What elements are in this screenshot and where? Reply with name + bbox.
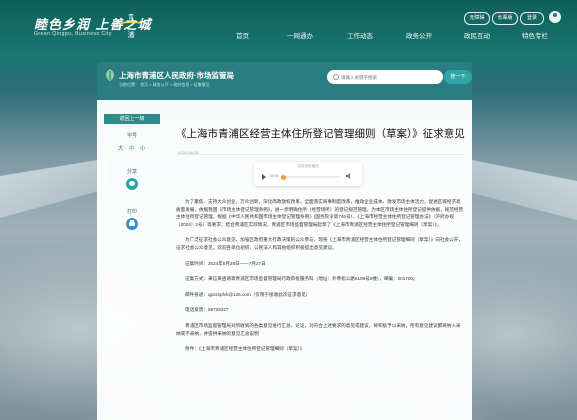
article-tools-sidebar: 返回上一级 字号 大 中 小 分享 打印 (104, 114, 160, 244)
accessibility-button[interactable]: 无障碍 (464, 12, 490, 25)
search-box (327, 70, 443, 84)
print-label: 打印 (126, 209, 137, 215)
article-attachment[interactable]: 附件：《上海市青浦区经营主体住所登记管理细则（草案）》 (176, 345, 464, 353)
nav-item-home[interactable]: 首页 (236, 30, 249, 40)
nav-item-online-service[interactable]: 一网通办 (287, 30, 313, 40)
play-icon[interactable] (262, 174, 266, 180)
search-button[interactable]: 搜一下 (444, 70, 472, 84)
audio-progress-knob[interactable] (281, 174, 286, 180)
article-paragraph[interactable]: 邮件投递：qpszspfvk@126.com（仅限于接收此次征求意见） (176, 291, 464, 299)
print-icon[interactable] (126, 218, 138, 230)
user-avatar-icon[interactable] (549, 11, 561, 23)
article-paragraph: 为了聚焦、支持大众创业、万众创新，深化简政放权改革，全面落实商事制度改革，推动企… (176, 199, 464, 227)
nav-item-interaction[interactable]: 政民互动 (464, 30, 490, 40)
audio-progress-track[interactable] (281, 174, 340, 180)
department-name[interactable]: 上海市青浦区人民政府·市场监管局 (119, 70, 234, 81)
elder-mode-button[interactable]: 长辈版 (492, 12, 518, 25)
article-paragraph: 为广泛征求社会公众意见，加强区政府重大行政决策的公众参与，现将《上海市青浦区经营… (176, 237, 463, 250)
font-size-small[interactable]: 小 (140, 144, 146, 152)
article-title: 《上海市青浦区经营主体住所登记管理细则（草案）》征求意见 (176, 128, 465, 140)
search-icon (333, 74, 339, 80)
font-size-large[interactable]: 大 (118, 144, 124, 152)
login-button[interactable]: 登录 (520, 12, 544, 25)
department-logo-icon (106, 69, 114, 81)
back-button[interactable]: 返回上一级 (104, 114, 160, 124)
nav-item-gov-disclosure[interactable]: 政务公开 (406, 30, 432, 40)
emblem-swoosh-icon (119, 21, 143, 29)
main-nav: 首页 一网通办 工作动态 政务公开 政民互动 特色专栏 (0, 30, 577, 44)
emblem-top-char: 青 (127, 15, 134, 21)
article-paragraph: 电话反馈：59728327 (185, 307, 229, 313)
audio-player: 智能语音播报 00:00 (254, 162, 362, 186)
nav-item-special-column[interactable]: 特色专栏 (522, 30, 548, 40)
search-input[interactable] (341, 72, 421, 82)
font-size-label: 字号 (126, 133, 137, 139)
article-paragraph: 青浦区市场监督管理局对所收到的各类意见进行汇总、论证，对符合上述要求的意见或建议… (176, 322, 461, 336)
article-paragraph: 征集时间：2024年6月28日——7月27日 (185, 260, 266, 266)
audio-player-label: 智能语音播报 (297, 164, 319, 168)
volume-icon[interactable] (346, 173, 353, 179)
nav-item-work-news[interactable]: 工作动态 (347, 30, 373, 40)
title-divider (178, 154, 464, 155)
top-navigation-bar: 睦色乡润 上善之城 Green Qingpu, Business City 青 … (0, 0, 577, 52)
article-body: 为了聚焦、支持大众创业、万众创新，深化简政放权改革，全面落实商事制度改革，推动企… (176, 198, 464, 361)
font-size-medium[interactable]: 中 (129, 144, 135, 152)
share-label: 分享 (126, 169, 137, 175)
breadcrumb[interactable]: 当前位置： 首页 > 政务公开 > 政府信息 > 征集意见 (119, 82, 210, 88)
font-size-switcher: 大 中 小 (117, 144, 147, 152)
article-paragraph: 征集方式：来信来函请寄青浦区市场监督管理局行政审批服务科（地址：外青松公路618… (185, 276, 418, 282)
audio-time: 00:00 (270, 174, 279, 178)
wechat-share-icon[interactable] (126, 178, 138, 190)
